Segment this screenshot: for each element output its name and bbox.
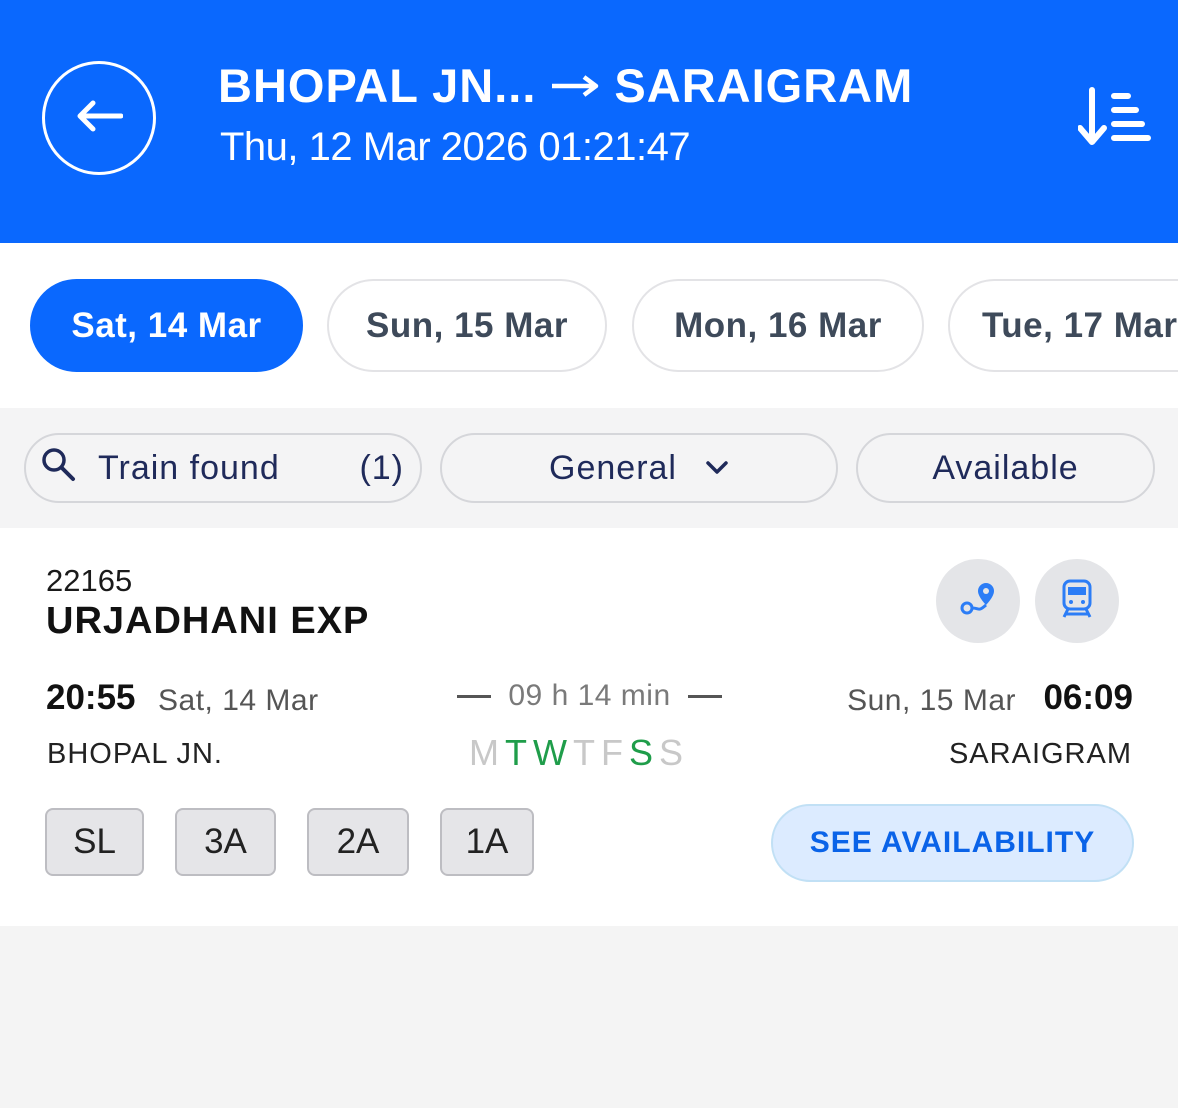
class-chip-2a[interactable]: 2A [307, 808, 409, 876]
date-chip[interactable]: Sun, 15 Mar [327, 279, 607, 372]
departure-date: Sat, 14 Mar [158, 684, 319, 717]
arrow-right-icon [550, 74, 600, 98]
day-letter: T [505, 732, 533, 773]
departure-time: 20:55 [46, 678, 136, 717]
duration-text: 09 h 14 min [508, 679, 671, 712]
class-chip-sl[interactable]: SL [45, 808, 144, 876]
day-letter: S [659, 732, 690, 773]
filter-bar: Train found (1) General Available [0, 408, 1178, 528]
arrow-left-icon [75, 99, 124, 138]
train-found-count: (1) [359, 448, 404, 487]
journey-duration: 09 h 14 min [457, 679, 722, 713]
search-datetime: Thu, 12 Mar 2026 01:21:47 [220, 125, 691, 169]
app-header: BHOPAL JN... SARAIGRAM Thu, 12 Mar 2026 … [0, 0, 1178, 243]
arrival-time: 06:09 [1043, 678, 1133, 717]
date-selector: Sat, 14 Mar Sun, 15 Mar Mon, 16 Mar Tue,… [0, 243, 1178, 408]
sort-descending-icon [1077, 87, 1152, 154]
date-chip-selected[interactable]: Sat, 14 Mar [30, 279, 303, 372]
train-number: 22165 [46, 563, 133, 598]
day-letter: M [469, 732, 505, 773]
train-name: URJADHANI EXP [46, 600, 370, 642]
empty-area [0, 926, 1178, 1108]
train-info-button[interactable] [1035, 559, 1119, 643]
train-found-label: Train found [98, 448, 280, 487]
date-chip[interactable]: Mon, 16 Mar [632, 279, 924, 372]
date-chip[interactable]: Tue, 17 Mar [948, 279, 1178, 372]
sort-button[interactable] [1077, 86, 1152, 150]
quota-dropdown[interactable]: General [440, 433, 838, 503]
back-button[interactable] [42, 61, 156, 175]
class-chip-1a[interactable]: 1A [440, 808, 534, 876]
arrival-station: SARAIGRAM [948, 738, 1132, 770]
day-letter: F [600, 732, 629, 773]
divider [457, 694, 491, 698]
divider [688, 694, 722, 698]
train-card[interactable]: 22165 URJADHANI EXP 20:55 Sat, 14 Mar BH… [0, 528, 1178, 926]
arrival-date: Sun, 15 Mar [847, 684, 1016, 717]
available-filter[interactable]: Available [856, 433, 1155, 503]
chevron-down-icon [705, 460, 729, 476]
from-station: BHOPAL JN... [218, 59, 537, 112]
route-button[interactable] [936, 559, 1020, 643]
train-icon [1060, 579, 1094, 624]
departure-station: BHOPAL JN. [47, 738, 223, 770]
running-days: MTWTFSS [469, 732, 689, 774]
train-search-filter[interactable]: Train found (1) [24, 433, 422, 503]
quota-value: General [549, 448, 677, 487]
day-letter: S [628, 732, 659, 773]
route-title: BHOPAL JN... SARAIGRAM [218, 58, 913, 113]
day-letter: W [533, 732, 573, 773]
see-availability-button[interactable]: SEE AVAILABILITY [771, 804, 1134, 882]
route-map-icon [958, 579, 998, 624]
to-station: SARAIGRAM [614, 59, 914, 112]
class-chip-3a[interactable]: 3A [175, 808, 276, 876]
day-letter: T [572, 732, 601, 773]
search-icon [40, 446, 76, 491]
